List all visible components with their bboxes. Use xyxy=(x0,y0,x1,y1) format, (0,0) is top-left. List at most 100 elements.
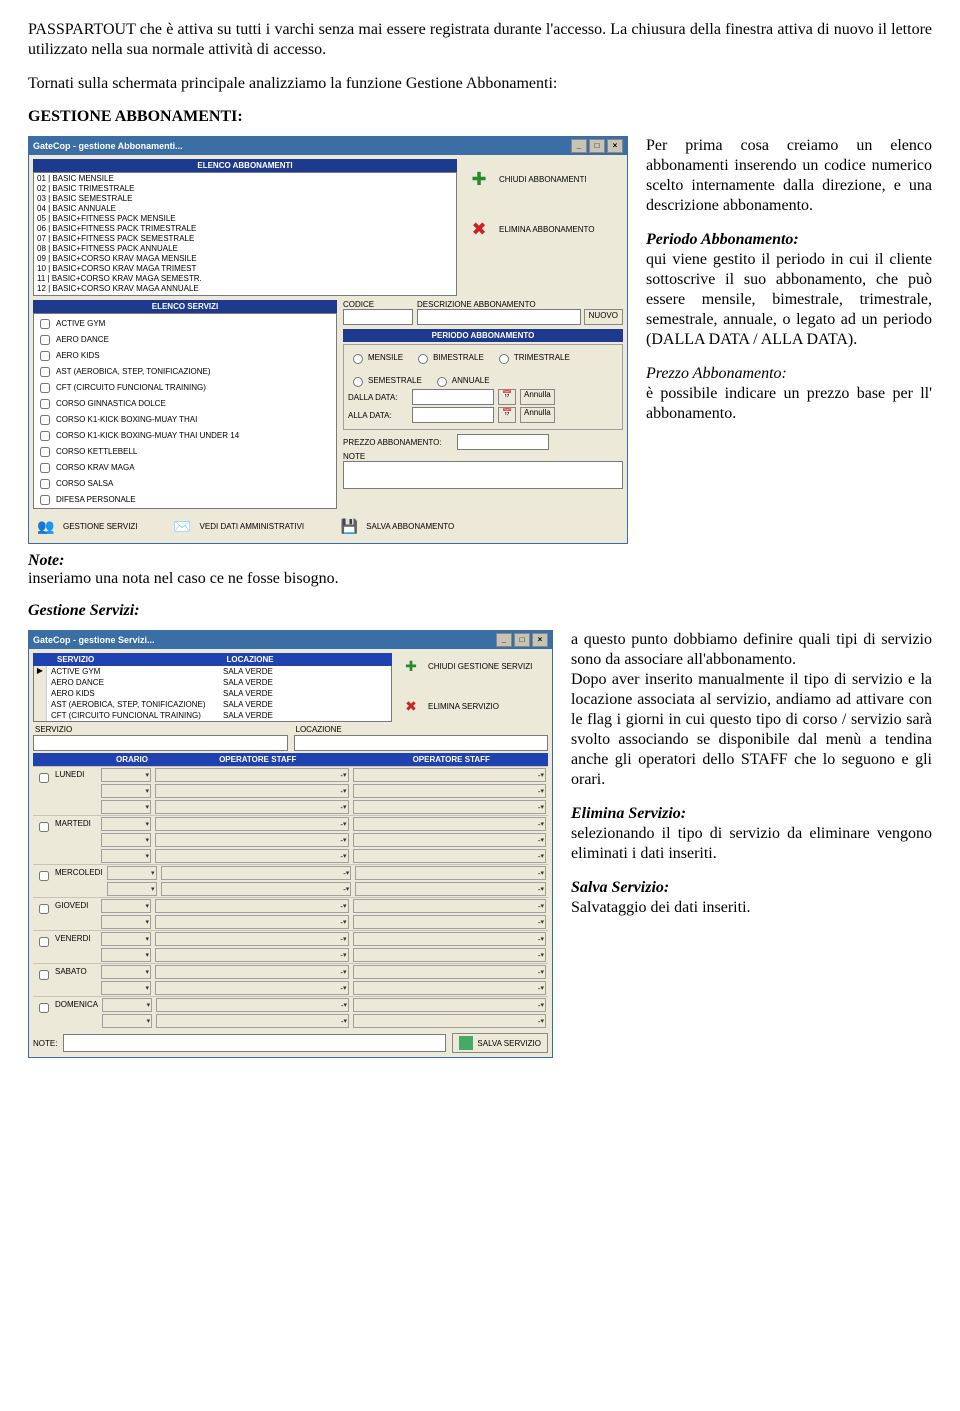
orario-select[interactable]: ▾ xyxy=(101,981,151,995)
checkbox[interactable] xyxy=(40,447,50,457)
gestione-servizi-button[interactable]: 👥 GESTIONE SERVIZI xyxy=(33,513,140,539)
list-item[interactable]: 07 | BASIC+FITNESS PACK SEMESTRALE xyxy=(37,234,453,244)
servizio-check-item[interactable]: AERO KIDS xyxy=(34,348,336,364)
operatore-select[interactable]: -▾ xyxy=(161,866,352,880)
periodo-radio[interactable]: MENSILE xyxy=(348,351,403,364)
list-item[interactable]: 12 | BASIC+CORSO KRAV MAGA ANNUALE xyxy=(37,284,453,294)
elimina-abbonamento-button[interactable]: ✖ ELIMINA ABBONAMENTO xyxy=(463,213,623,245)
close-icon[interactable]: × xyxy=(607,139,623,153)
day-label[interactable]: DOMENICA xyxy=(33,997,100,1019)
checkbox[interactable] xyxy=(40,495,50,505)
servizi-note-input[interactable] xyxy=(63,1034,446,1052)
table-row[interactable]: AERO DANCESALA VERDE xyxy=(34,677,391,688)
orario-select[interactable]: ▾ xyxy=(101,817,151,831)
table-row[interactable]: AERO KIDSSALA VERDE xyxy=(34,688,391,699)
checkbox[interactable] xyxy=(40,415,50,425)
radio[interactable] xyxy=(437,377,447,387)
operatore-select[interactable]: -▾ xyxy=(155,915,349,929)
operatore-select[interactable]: -▾ xyxy=(353,849,547,863)
checkbox[interactable] xyxy=(40,319,50,329)
periodo-radio[interactable]: TRIMESTRALE xyxy=(494,351,570,364)
codice-input[interactable] xyxy=(343,309,413,325)
prezzo-input[interactable] xyxy=(457,434,549,450)
orario-select[interactable]: ▾ xyxy=(101,768,151,782)
salva-abbonamento-button[interactable]: 💾 SALVA ABBONAMENTO xyxy=(336,513,456,539)
operatore-select[interactable]: -▾ xyxy=(353,768,547,782)
day-checkbox[interactable] xyxy=(39,1003,49,1013)
servizio-check-item[interactable]: CORSO KETTLEBELL xyxy=(34,444,336,460)
list-item[interactable]: 06 | BASIC+FITNESS PACK TRIMESTRALE xyxy=(37,224,453,234)
checkbox[interactable] xyxy=(40,463,50,473)
list-item[interactable]: 10 | BASIC+CORSO KRAV MAGA TRIMEST xyxy=(37,264,453,274)
day-label[interactable]: SABATO xyxy=(33,964,99,986)
orario-select[interactable]: ▾ xyxy=(101,800,151,814)
minimize-icon[interactable]: _ xyxy=(571,139,587,153)
alla-data-input[interactable] xyxy=(412,407,494,423)
operatore-select[interactable]: -▾ xyxy=(355,882,546,896)
radio[interactable] xyxy=(353,377,363,387)
day-checkbox[interactable] xyxy=(39,871,49,881)
checkbox[interactable] xyxy=(40,383,50,393)
table-row[interactable]: ▶ACTIVE GYMSALA VERDE xyxy=(34,666,391,677)
checkbox[interactable] xyxy=(40,431,50,441)
servizio-check-item[interactable]: ACTIVE GYM xyxy=(34,316,336,332)
operatore-select[interactable]: -▾ xyxy=(155,849,349,863)
day-label[interactable]: MARTEDI xyxy=(33,816,99,838)
list-item[interactable]: 05 | BASIC+FITNESS PACK MENSILE xyxy=(37,214,453,224)
operatore-select[interactable]: -▾ xyxy=(155,768,349,782)
day-checkbox[interactable] xyxy=(39,970,49,980)
operatore-select[interactable]: -▾ xyxy=(353,899,547,913)
maximize-icon[interactable]: □ xyxy=(589,139,605,153)
servizio-check-item[interactable]: CORSO K1-KICK BOXING-MUAY THAI xyxy=(34,412,336,428)
operatore-select[interactable]: -▾ xyxy=(353,833,547,847)
orario-select[interactable]: ▾ xyxy=(102,998,152,1012)
operatore-select[interactable]: -▾ xyxy=(355,866,546,880)
periodo-radio[interactable]: ANNUALE xyxy=(432,374,490,387)
descrizione-input[interactable] xyxy=(417,309,581,325)
checkbox[interactable] xyxy=(40,399,50,409)
radio[interactable] xyxy=(353,354,363,364)
servizio-check-item[interactable]: CORSO GINNASTICA DOLCE xyxy=(34,396,336,412)
orario-select[interactable]: ▾ xyxy=(101,965,151,979)
day-label[interactable]: VENERDI xyxy=(33,931,99,953)
orario-select[interactable]: ▾ xyxy=(102,1014,152,1028)
day-label[interactable]: LUNEDI xyxy=(33,767,99,789)
operatore-select[interactable]: -▾ xyxy=(155,981,349,995)
orario-select[interactable]: ▾ xyxy=(107,866,157,880)
servizio-input[interactable] xyxy=(33,735,288,751)
checkbox[interactable] xyxy=(40,335,50,345)
salva-servizio-button[interactable]: SALVA SERVIZIO xyxy=(452,1033,548,1053)
radio[interactable] xyxy=(418,354,428,364)
servizio-check-item[interactable]: DIFESA PERSONALE xyxy=(34,492,336,508)
periodo-radio[interactable]: BIMESTRALE xyxy=(413,351,484,364)
orario-select[interactable]: ▾ xyxy=(101,948,151,962)
list-item[interactable]: 09 | BASIC+CORSO KRAV MAGA MENSILE xyxy=(37,254,453,264)
list-item[interactable]: 04 | BASIC ANNUALE xyxy=(37,204,453,214)
operatore-select[interactable]: -▾ xyxy=(161,882,352,896)
operatore-select[interactable]: -▾ xyxy=(156,998,349,1012)
orario-select[interactable]: ▾ xyxy=(101,833,151,847)
day-checkbox[interactable] xyxy=(39,937,49,947)
locazione-input[interactable] xyxy=(294,735,549,751)
operatore-select[interactable]: -▾ xyxy=(353,998,546,1012)
operatore-select[interactable]: -▾ xyxy=(155,932,349,946)
operatore-select[interactable]: -▾ xyxy=(353,981,547,995)
minimize-icon[interactable]: _ xyxy=(496,633,512,647)
checkbox[interactable] xyxy=(40,367,50,377)
close-icon[interactable]: × xyxy=(532,633,548,647)
operatore-select[interactable]: -▾ xyxy=(353,915,547,929)
annulla-alla-button[interactable]: Annulla xyxy=(520,407,555,423)
operatore-select[interactable]: -▾ xyxy=(155,948,349,962)
day-checkbox[interactable] xyxy=(39,822,49,832)
radio[interactable] xyxy=(499,354,509,364)
maximize-icon[interactable]: □ xyxy=(514,633,530,647)
operatore-select[interactable]: -▾ xyxy=(155,800,349,814)
elenco-servizi-list[interactable]: ACTIVE GYMAERO DANCEAERO KIDSAST (AEROBI… xyxy=(33,313,337,509)
table-row[interactable]: AST (AEROBICA, STEP, TONIFICAZIONE)SALA … xyxy=(34,699,391,710)
nuovo-button[interactable]: NUOVO xyxy=(584,309,623,325)
list-item[interactable]: 11 | BASIC+CORSO KRAV MAGA SEMESTR. xyxy=(37,274,453,284)
orario-select[interactable]: ▾ xyxy=(101,784,151,798)
servizio-check-item[interactable]: CORSO SALSA xyxy=(34,476,336,492)
operatore-select[interactable]: -▾ xyxy=(156,1014,349,1028)
servizio-check-item[interactable]: GAG xyxy=(34,508,336,509)
